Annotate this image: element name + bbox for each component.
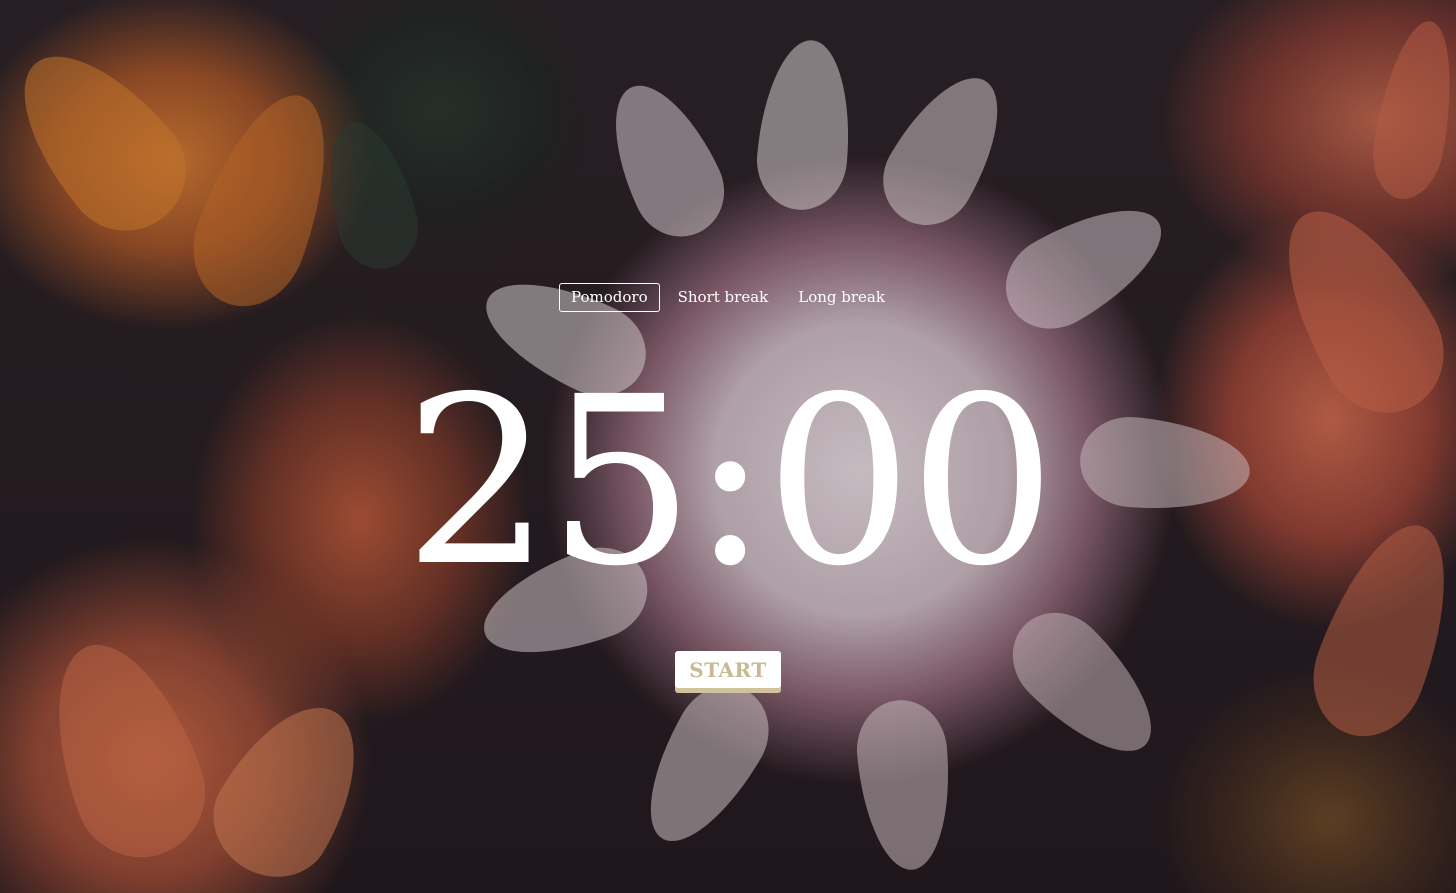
mode-tabs: Pomodoro Short break Long break	[0, 283, 1456, 312]
tab-pomodoro[interactable]: Pomodoro	[559, 283, 660, 312]
tab-short-break[interactable]: Short break	[666, 283, 781, 312]
start-button[interactable]: START	[675, 651, 781, 688]
tab-long-break[interactable]: Long break	[786, 283, 897, 312]
timer-display: 25:00	[403, 347, 1057, 617]
controls: START	[0, 651, 1456, 688]
